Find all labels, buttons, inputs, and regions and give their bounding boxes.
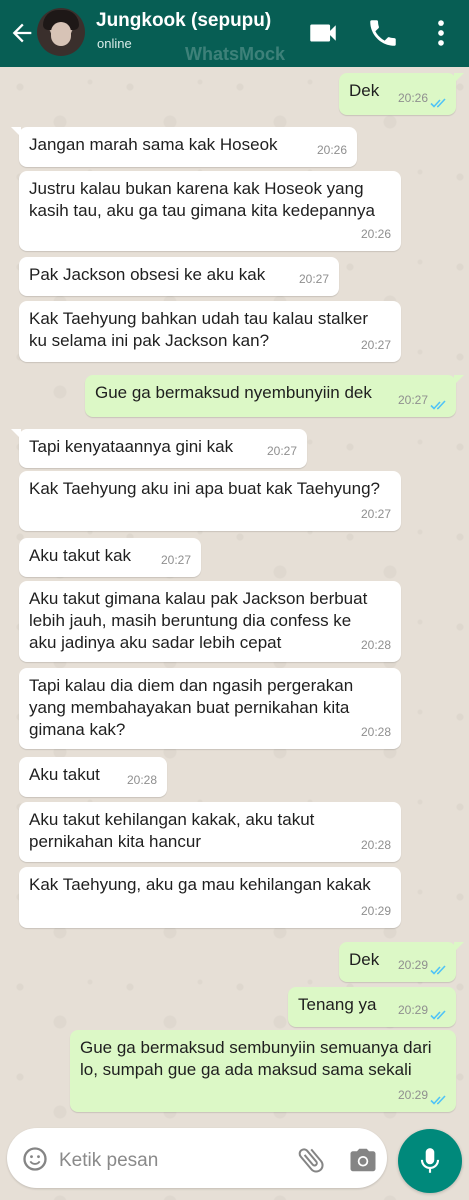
avatar-face [51,22,71,46]
message-bubble-incoming[interactable]: Pak Jackson obsesi ke aku kak 20:27 [19,257,339,296]
double-check-icon [430,965,446,975]
message-bubble-outgoing[interactable]: Tenang ya 20:29 [288,987,456,1027]
message-time: 20:26 [360,227,391,241]
message-time: 20:27 [298,272,329,286]
message-bubble-incoming[interactable]: Justru kalau bukan karena kak Hoseok yan… [19,171,401,251]
message-composer [7,1128,387,1188]
message-text: Gue ga bermaksud sembunyiin semuanya dar… [80,1038,432,1079]
double-check-icon [430,98,446,108]
avatar[interactable] [37,8,85,56]
message-bubble-incoming[interactable]: Aku takut kehilangan kakak, aku takut pe… [19,802,401,862]
double-check-icon [430,400,446,410]
message-bubble-incoming[interactable]: Kak Taehyung, aku ga mau kehilangan kaka… [19,867,401,928]
mic-button[interactable] [398,1129,462,1193]
message-text: Gue ga bermaksud nyembunyiin dek [95,383,372,402]
message-bubble-incoming[interactable]: Tapi kalau dia diem dan ngasih pergeraka… [19,668,401,749]
message-text: Aku takut gimana kalau pak Jackson berbu… [29,589,368,652]
message-time: 20:29 [397,1088,428,1102]
message-text: Jangan marah sama kak Hoseok [29,135,278,154]
back-arrow-icon[interactable] [8,19,36,47]
message-text: Aku takut kehilangan kakak, aku takut pe… [29,810,315,851]
attach-icon[interactable] [295,1144,327,1176]
message-list[interactable]: Dek 20:26 Jangan marah sama kak Hoseok 2… [0,67,469,1137]
chat-header: Jungkook (sepupu) online WhatsMock [0,0,469,67]
message-time: 20:29 [360,904,391,918]
message-text: Kak Taehyung aku ini apa buat kak Taehyu… [29,479,380,498]
message-bubble-outgoing[interactable]: Dek 20:29 [339,942,464,982]
message-bubble-outgoing[interactable]: Gue ga bermaksud sembunyiin semuanya dar… [70,1030,456,1112]
message-time: 20:27 [360,507,391,521]
phone-icon[interactable] [366,16,400,50]
contact-name[interactable]: Jungkook (sepupu) [96,10,271,32]
message-text: Justru kalau bukan karena kak Hoseok yan… [29,179,375,220]
message-bubble-incoming[interactable]: Aku takut 20:28 [19,757,167,797]
message-text: Tapi kalau dia diem dan ngasih pergeraka… [29,676,354,739]
message-bubble-incoming[interactable]: Aku takut gimana kalau pak Jackson berbu… [19,581,401,662]
message-time: 20:28 [360,838,391,852]
message-time: 20:28 [360,638,391,652]
message-bubble-incoming[interactable]: Kak Taehyung aku ini apa buat kak Taehyu… [19,471,401,531]
message-text: Kak Taehyung bahkan udah tau kalau stalk… [29,309,368,350]
message-bubble-incoming[interactable]: Aku takut kak 20:27 [19,538,201,577]
message-time: 20:27 [397,393,428,407]
message-bubble-outgoing[interactable]: Gue ga bermaksud nyembunyiin dek 20:27 [85,375,464,417]
double-check-icon [430,1095,446,1105]
message-time: 20:27 [160,553,191,567]
message-time: 20:29 [397,1003,428,1017]
message-text: Kak Taehyung, aku ga mau kehilangan kaka… [29,875,371,894]
emoji-icon[interactable] [21,1145,49,1173]
message-bubble-incoming[interactable]: Tapi kenyataannya gini kak 20:27 [11,429,307,468]
more-vert-icon[interactable] [424,16,458,50]
message-bubble-outgoing[interactable]: Dek 20:26 [339,73,464,115]
message-time: 20:27 [360,338,391,352]
message-time: 20:29 [397,958,428,972]
message-text: Pak Jackson obsesi ke aku kak [29,265,266,284]
watermark: WhatsMock [185,44,286,64]
contact-status: online [97,36,132,51]
message-input[interactable] [57,1148,261,1174]
message-time: 20:26 [316,143,347,157]
camera-icon[interactable] [347,1145,379,1175]
message-time: 20:26 [397,91,428,105]
double-check-icon [430,1010,446,1020]
message-text: Tapi kenyataannya gini kak [29,437,234,456]
message-time: 20:27 [266,444,297,458]
message-bubble-incoming[interactable]: Kak Taehyung bahkan udah tau kalau stalk… [19,301,401,362]
video-call-icon[interactable] [306,16,340,50]
message-time: 20:28 [360,725,391,739]
message-bubble-incoming[interactable]: Jangan marah sama kak Hoseok 20:26 [11,127,357,167]
message-time: 20:28 [126,773,157,787]
mic-icon [420,1148,440,1173]
